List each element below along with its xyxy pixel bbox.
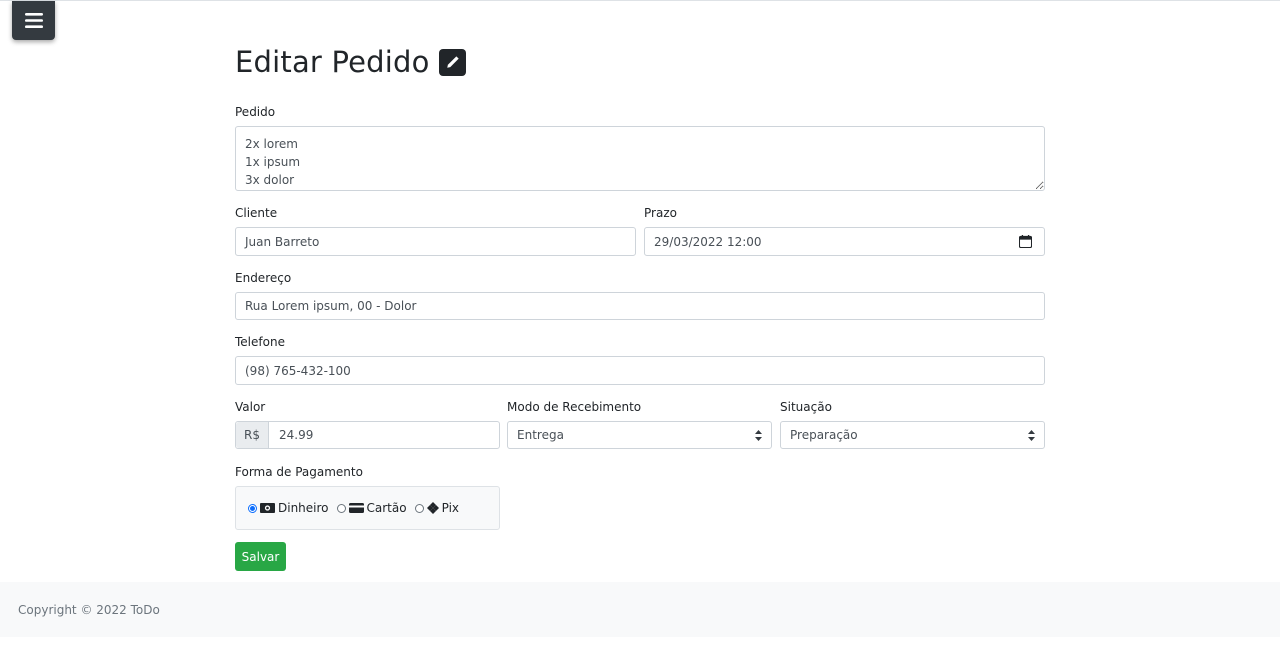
credit-card-icon bbox=[348, 503, 364, 513]
copyright-text: Copyright © 2022 ToDo bbox=[18, 602, 160, 617]
select-arrows-icon bbox=[1028, 430, 1035, 441]
modo-label: Modo de Recebimento bbox=[507, 400, 642, 414]
calendar-icon[interactable] bbox=[1019, 235, 1032, 248]
hamburger-icon bbox=[24, 13, 43, 28]
endereco-value: Rua Lorem ipsum, 00 - Dolor bbox=[245, 299, 417, 313]
telefone-label: Telefone bbox=[235, 335, 285, 349]
valor-value: 24.99 bbox=[279, 428, 314, 442]
payment-option-label: Dinheiro bbox=[278, 501, 329, 515]
pedido-label: Pedido bbox=[235, 105, 276, 119]
endereco-input[interactable]: Rua Lorem ipsum, 00 - Dolor bbox=[235, 292, 1045, 320]
payment-option-cartao[interactable]: Cartão bbox=[336, 501, 407, 515]
pagamento-label: Forma de Pagamento bbox=[235, 465, 363, 479]
situacao-label: Situação bbox=[780, 400, 832, 414]
endereco-label: Endereço bbox=[235, 271, 292, 285]
cliente-value: Juan Barreto bbox=[245, 234, 320, 249]
modo-select[interactable]: Entrega bbox=[507, 421, 772, 449]
situacao-select[interactable]: Preparação bbox=[780, 421, 1045, 449]
payment-option-dinheiro[interactable]: Dinheiro bbox=[248, 501, 329, 515]
modo-selected-value: Entrega bbox=[517, 428, 564, 442]
pencil-square-icon bbox=[438, 49, 466, 76]
situacao-selected-value: Preparação bbox=[790, 428, 858, 442]
payment-option-label: Cartão bbox=[366, 501, 407, 515]
cliente-label: Cliente bbox=[235, 206, 278, 220]
cliente-input[interactable]: Juan Barreto bbox=[235, 227, 636, 256]
select-arrows-icon bbox=[755, 430, 762, 441]
page-title: Editar Pedido bbox=[235, 43, 466, 81]
footer: Copyright © 2022 ToDo bbox=[0, 582, 1280, 637]
payment-option-pix[interactable]: Pix bbox=[414, 501, 460, 515]
cash-icon bbox=[260, 503, 275, 513]
valor-input-group: R$ 24.99 bbox=[235, 421, 500, 449]
pedido-textarea[interactable]: 2x lorem 1x ipsum 3x dolor bbox=[235, 126, 1045, 191]
pix-icon bbox=[426, 502, 439, 514]
telefone-input[interactable]: (98) 765-432-100 bbox=[235, 356, 1045, 385]
currency-prefix: R$ bbox=[236, 422, 269, 448]
valor-input[interactable]: 24.99 bbox=[270, 422, 499, 448]
telefone-value: (98) 765-432-100 bbox=[245, 363, 351, 378]
payment-option-label: Pix bbox=[441, 501, 460, 515]
valor-label: Valor bbox=[235, 400, 266, 414]
menu-toggle-button[interactable] bbox=[12, 1, 55, 40]
radio-cartao[interactable] bbox=[336, 503, 346, 513]
prazo-label: Prazo bbox=[644, 206, 677, 220]
save-button[interactable]: Salvar bbox=[235, 542, 286, 571]
payment-method-group: Dinheiro Cartão Pix bbox=[235, 486, 500, 530]
radio-pix[interactable] bbox=[414, 503, 424, 513]
page-title-text: Editar Pedido bbox=[235, 45, 430, 79]
prazo-value: 29/03/2022 12:00 bbox=[654, 234, 762, 249]
prazo-datetime-input[interactable]: 29/03/2022 12:00 bbox=[644, 227, 1045, 256]
radio-dinheiro[interactable] bbox=[248, 503, 257, 513]
